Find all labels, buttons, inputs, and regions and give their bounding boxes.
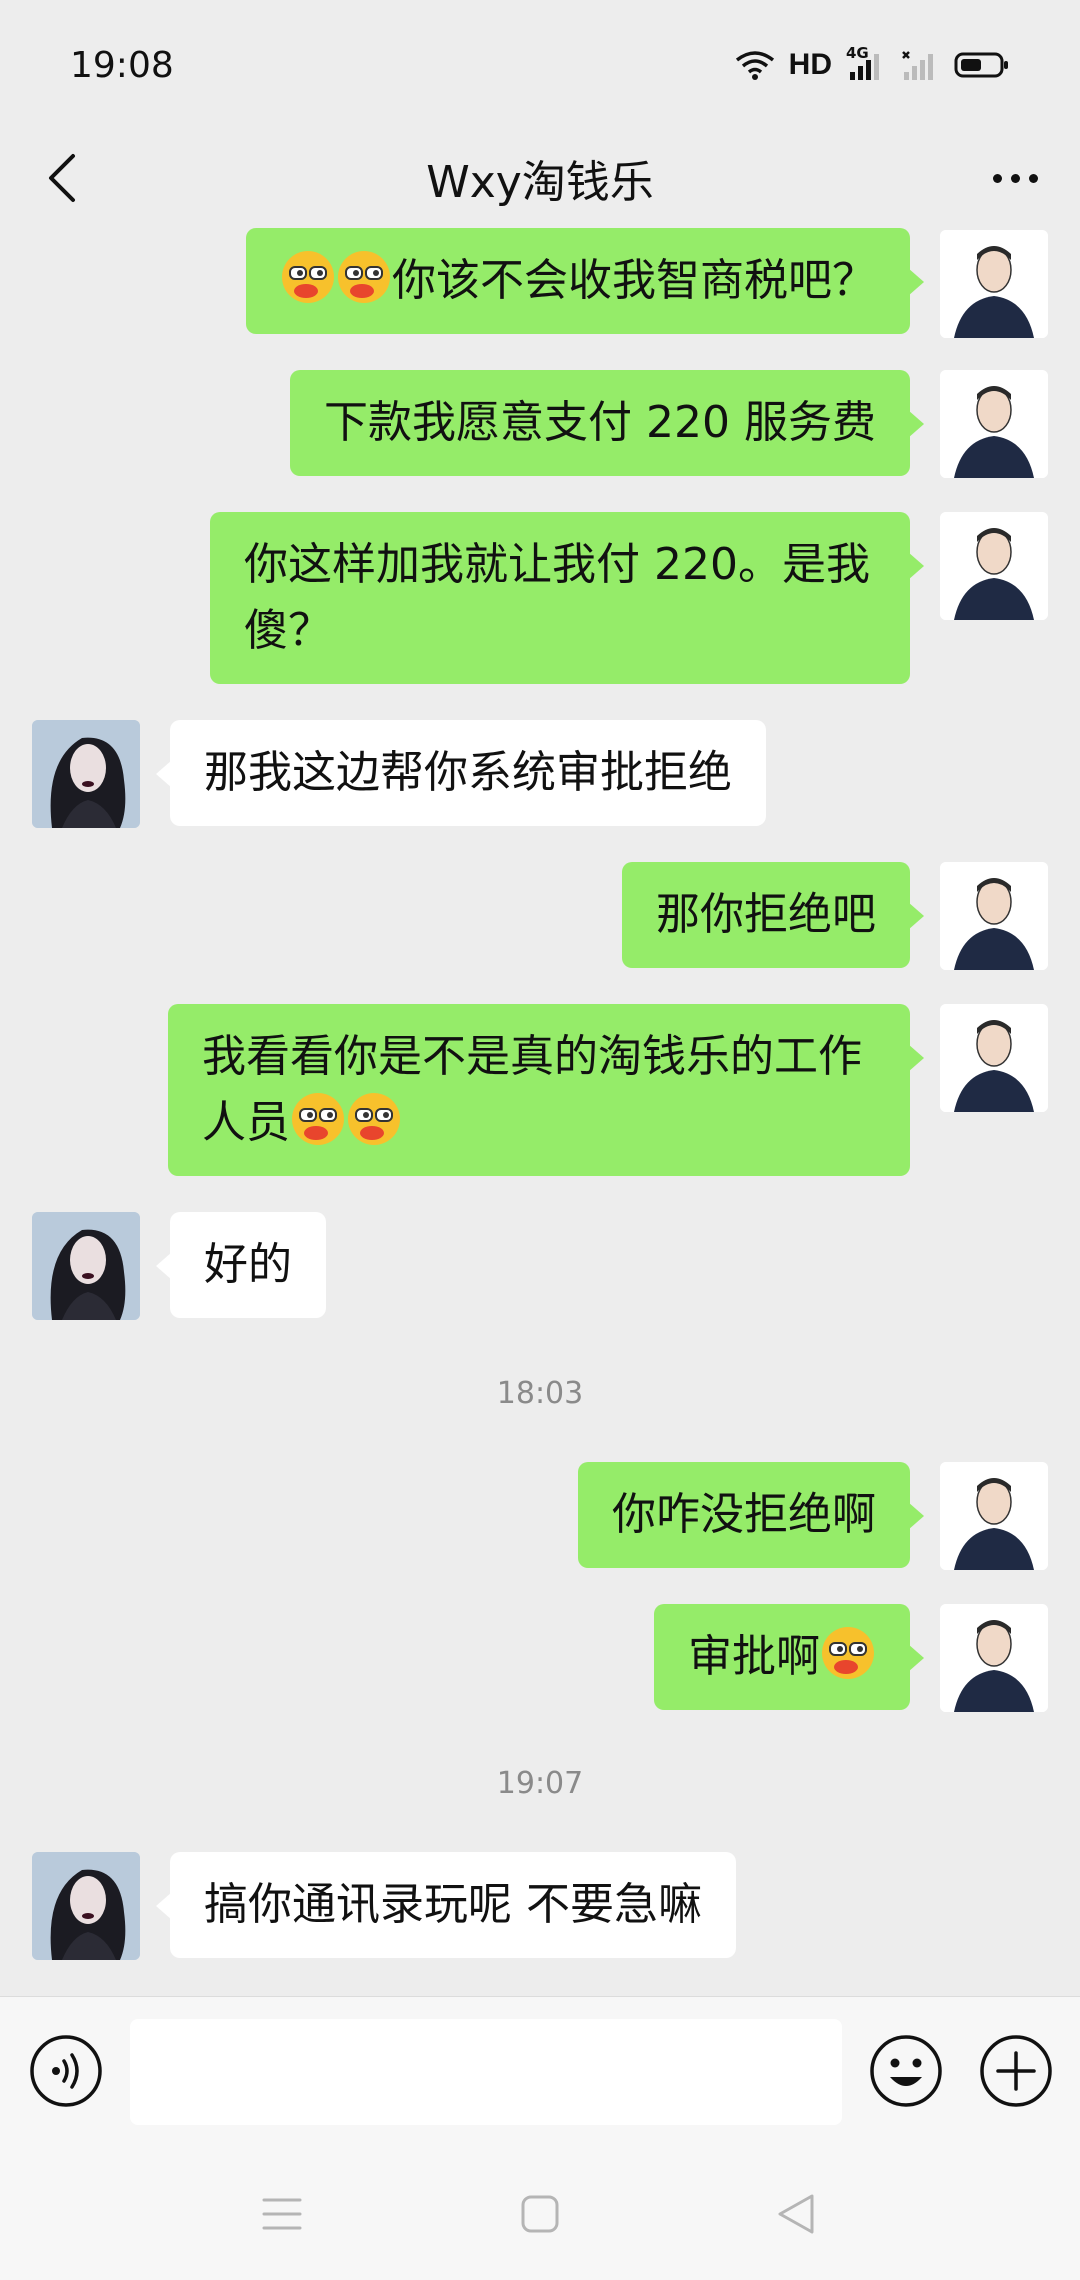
message-row: 好的 <box>0 1212 1080 1324</box>
message-text-line1: 我看看你是不是真的淘钱乐的工作 <box>202 1031 862 1082</box>
message-row: 搞你通讯录玩呢 不要急嘛 <box>0 1852 1080 1964</box>
message-bubble[interactable]: 那你拒绝吧 <box>622 862 924 968</box>
message-list[interactable]: 你该不会收我智商税吧？ 下款我愿意支付 220 服务费 你这样加我就让我付 22… <box>0 226 1080 1996</box>
timestamp: 18:03 <box>496 1376 584 1411</box>
my-avatar[interactable] <box>940 1462 1048 1570</box>
message-text: 好的 <box>204 1239 292 1290</box>
message-bubble[interactable]: 搞你通讯录玩呢 不要急嘛 <box>156 1852 736 1958</box>
message-row: 那你拒绝吧 <box>0 862 1080 974</box>
signal-4g-icon: 4G <box>846 44 886 82</box>
back-triangle-icon <box>778 2194 814 2234</box>
voice-icon <box>30 2035 102 2107</box>
status-time: 19:08 <box>70 44 174 86</box>
message-text: 你该不会收我智商税吧？ <box>392 255 876 306</box>
chevron-left-icon <box>49 154 75 202</box>
status-icons: HD 4G <box>735 44 1010 82</box>
menu-button[interactable] <box>252 2186 312 2242</box>
smirk-emoji-icon <box>822 1627 874 1679</box>
message-row: 你这样加我就让我付 220。是我 傻？ <box>0 512 1080 688</box>
system-back-button[interactable] <box>766 2186 826 2242</box>
battery-icon <box>954 50 1010 80</box>
smirk-emoji-icon <box>292 1093 344 1145</box>
my-avatar[interactable] <box>940 1004 1048 1112</box>
smirk-emoji-icon <box>282 251 334 303</box>
message-row: 你咋没拒绝啊 <box>0 1462 1080 1574</box>
message-bubble[interactable]: 下款我愿意支付 220 服务费 <box>290 370 924 476</box>
message-row: 你该不会收我智商税吧？ <box>0 228 1080 340</box>
message-row: 我看看你是不是真的淘钱乐的工作 人员 <box>0 1004 1080 1180</box>
smirk-emoji-icon <box>338 251 390 303</box>
message-row: 那我这边帮你系统审批拒绝 <box>0 720 1080 832</box>
my-avatar[interactable] <box>940 862 1048 970</box>
message-row: 审批啊 <box>0 1604 1080 1716</box>
contact-avatar[interactable] <box>32 720 140 828</box>
message-text: 那你拒绝吧 <box>656 889 876 940</box>
message-bubble[interactable]: 审批啊 <box>654 1604 924 1710</box>
message-bubble[interactable]: 好的 <box>156 1212 326 1318</box>
emoji-face-icon <box>870 2035 942 2107</box>
more-dots-icon <box>992 173 1002 183</box>
system-nav-bar <box>0 2146 1080 2280</box>
hd-icon: HD <box>788 48 832 81</box>
signal-icon <box>900 48 940 82</box>
contact-avatar[interactable] <box>32 1852 140 1960</box>
my-avatar[interactable] <box>940 512 1048 620</box>
more-options-button[interactable] <box>980 146 1050 210</box>
message-text-line2: 人员 <box>202 1097 290 1148</box>
message-text-line1: 你这样加我就让我付 220。是我 <box>244 539 870 590</box>
emoji-button[interactable] <box>868 2033 944 2109</box>
message-text: 你咋没拒绝啊 <box>612 1489 876 1540</box>
message-bubble[interactable]: 你这样加我就让我付 220。是我 傻？ <box>210 512 924 684</box>
more-actions-button[interactable] <box>978 2033 1054 2109</box>
plus-icon <box>980 2035 1052 2107</box>
message-text: 那我这边帮你系统审批拒绝 <box>204 747 732 798</box>
home-square-icon <box>521 2195 559 2233</box>
status-bar: 19:08 HD 4G <box>0 0 1080 130</box>
chat-title: Wxy淘钱乐 <box>426 157 654 208</box>
timestamp: 19:07 <box>496 1766 584 1801</box>
voice-button[interactable] <box>28 2033 104 2109</box>
home-button[interactable] <box>510 2186 570 2242</box>
input-bar <box>0 1996 1080 2146</box>
my-avatar[interactable] <box>940 230 1048 338</box>
my-avatar[interactable] <box>940 370 1048 478</box>
message-input[interactable] <box>130 2019 842 2125</box>
contact-avatar[interactable] <box>32 1212 140 1320</box>
message-bubble[interactable]: 你咋没拒绝啊 <box>578 1462 924 1568</box>
back-button[interactable] <box>30 146 94 210</box>
message-bubble[interactable]: 我看看你是不是真的淘钱乐的工作 人员 <box>168 1004 924 1176</box>
message-text: 下款我愿意支付 220 服务费 <box>324 397 876 448</box>
my-avatar[interactable] <box>940 1604 1048 1712</box>
wifi-icon <box>735 50 775 80</box>
menu-icon <box>262 2198 302 2230</box>
message-text: 搞你通讯录玩呢 不要急嘛 <box>204 1879 702 1930</box>
message-bubble[interactable]: 那我这边帮你系统审批拒绝 <box>156 720 766 826</box>
message-text: 审批啊 <box>688 1631 820 1682</box>
chat-header: Wxy淘钱乐 <box>0 130 1080 226</box>
message-text-line2: 傻？ <box>244 605 332 656</box>
message-row: 下款我愿意支付 220 服务费 <box>0 370 1080 482</box>
smirk-emoji-icon <box>348 1093 400 1145</box>
message-bubble[interactable]: 你该不会收我智商税吧？ <box>246 228 924 334</box>
